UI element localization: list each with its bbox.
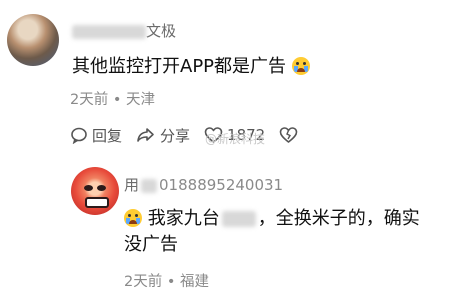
- comment-text: 其他监控打开APP都是广告: [72, 54, 310, 80]
- share-icon: [137, 128, 154, 142]
- comment-meta: 2天前 • 天津: [70, 92, 155, 108]
- comment-actions: 回复 分享 1872: [70, 124, 316, 146]
- watermark: @新浪科技: [205, 132, 266, 146]
- crying-face-icon: [291, 57, 310, 75]
- reply-text: 我家九台 ，全换米子的，确实 没广告: [124, 208, 420, 255]
- reply-button[interactable]: 回复: [70, 125, 122, 146]
- crying-face-icon: [124, 209, 142, 227]
- dislike-button[interactable]: [279, 126, 302, 144]
- reply-icon: [71, 127, 87, 144]
- redacted-username: [141, 178, 158, 193]
- redacted-username: [72, 24, 146, 39]
- replier-username[interactable]: 用 0188895240031: [124, 174, 283, 195]
- reply-meta: 2天前 • 福建: [124, 274, 209, 290]
- commenter-username[interactable]: 文极: [72, 20, 176, 41]
- broken-heart-icon: [279, 127, 298, 143]
- commenter-avatar[interactable]: [7, 14, 59, 66]
- share-button[interactable]: 分享: [136, 125, 190, 146]
- redacted-text: [221, 211, 256, 227]
- replier-avatar[interactable]: [71, 167, 119, 215]
